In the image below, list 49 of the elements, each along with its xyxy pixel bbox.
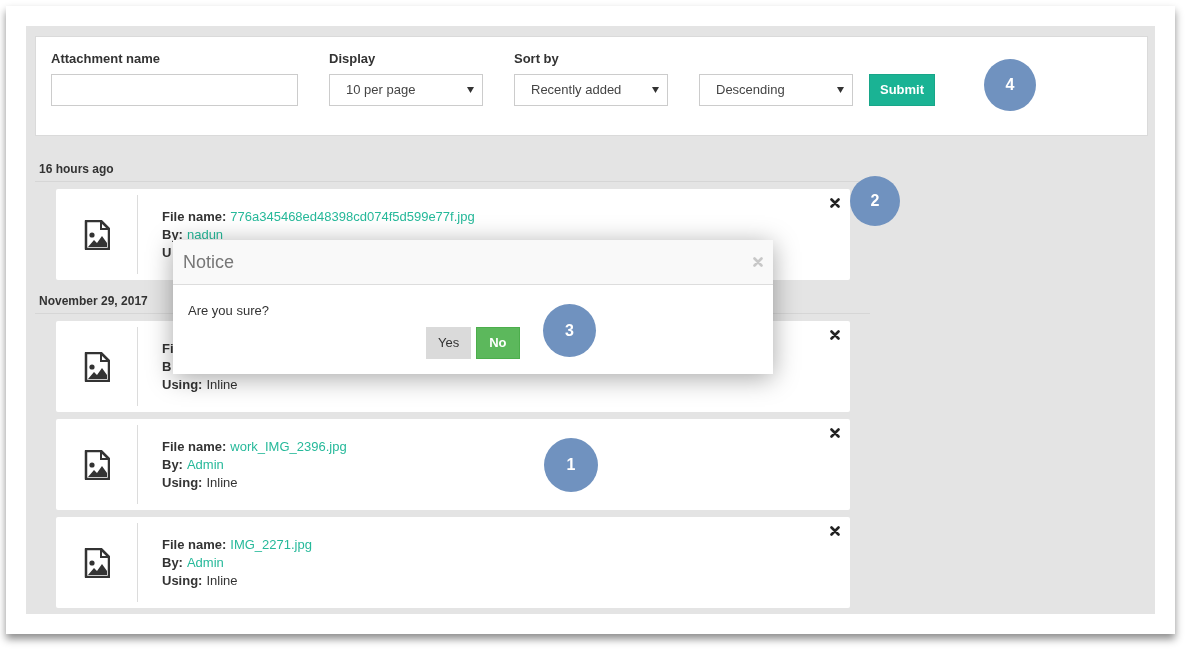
field-label: U <box>162 243 172 262</box>
dialog-title: Notice <box>183 250 235 274</box>
image-file-icon <box>83 547 110 578</box>
field-link[interactable]: nadun <box>186 225 224 244</box>
close-icon[interactable] <box>830 198 840 208</box>
filter-label: Sort by <box>514 51 560 67</box>
caret-icon <box>837 87 844 93</box>
field-label: Using: <box>162 473 203 492</box>
dialog-button[interactable]: Yes <box>426 326 472 359</box>
dialog-button[interactable]: No <box>476 326 520 359</box>
field-link[interactable]: work_IMG_2396.jpg <box>230 437 347 456</box>
image-file-icon <box>83 351 110 382</box>
field-label: Using: <box>162 375 203 394</box>
select-field[interactable]: Descending <box>699 74 853 106</box>
field-label: Using: <box>162 571 203 590</box>
filter-label: Display <box>329 51 377 67</box>
date-heading: 16 hours ago <box>39 162 114 176</box>
callout-badge: 2 <box>850 176 900 226</box>
field-label: Fi <box>162 339 174 358</box>
field-link[interactable]: Admin <box>186 553 224 572</box>
close-icon[interactable] <box>830 428 840 438</box>
close-icon[interactable] <box>830 330 840 340</box>
submit-button[interactable]: Submit <box>869 74 935 106</box>
close-icon[interactable] <box>830 526 840 536</box>
dialog-message: Are you sure? <box>188 302 270 320</box>
field-value: Inline <box>206 473 238 492</box>
field-label: By: <box>162 455 183 474</box>
field-value: Inline <box>206 375 238 394</box>
caret-icon <box>467 87 474 93</box>
image-file-icon <box>83 219 110 250</box>
caret-icon <box>652 87 659 93</box>
field-link[interactable]: 776a345468ed48398cd074f5d599e77f.jpg <box>230 207 475 226</box>
callout-badge: 4 <box>984 59 1036 111</box>
callout-badge: 3 <box>543 304 596 357</box>
field-value: Inline <box>206 571 238 590</box>
image-file-icon <box>83 449 110 480</box>
field-label: File name: <box>162 535 227 554</box>
select-field[interactable]: 10 per page <box>329 74 483 106</box>
filter-label: Attachment name <box>51 51 162 67</box>
field-label: File name: <box>162 207 227 226</box>
field-label: By: <box>162 553 183 572</box>
attachment-name-field[interactable] <box>51 74 298 106</box>
field-link[interactable]: IMG_2271.jpg <box>230 535 312 554</box>
date-heading: November 29, 2017 <box>39 294 148 308</box>
field-label: File name: <box>162 437 227 456</box>
field-link[interactable]: Admin <box>186 455 224 474</box>
select-field[interactable]: Recently added <box>514 74 668 106</box>
callout-badge: 1 <box>544 438 598 492</box>
field-label: B <box>162 357 172 376</box>
